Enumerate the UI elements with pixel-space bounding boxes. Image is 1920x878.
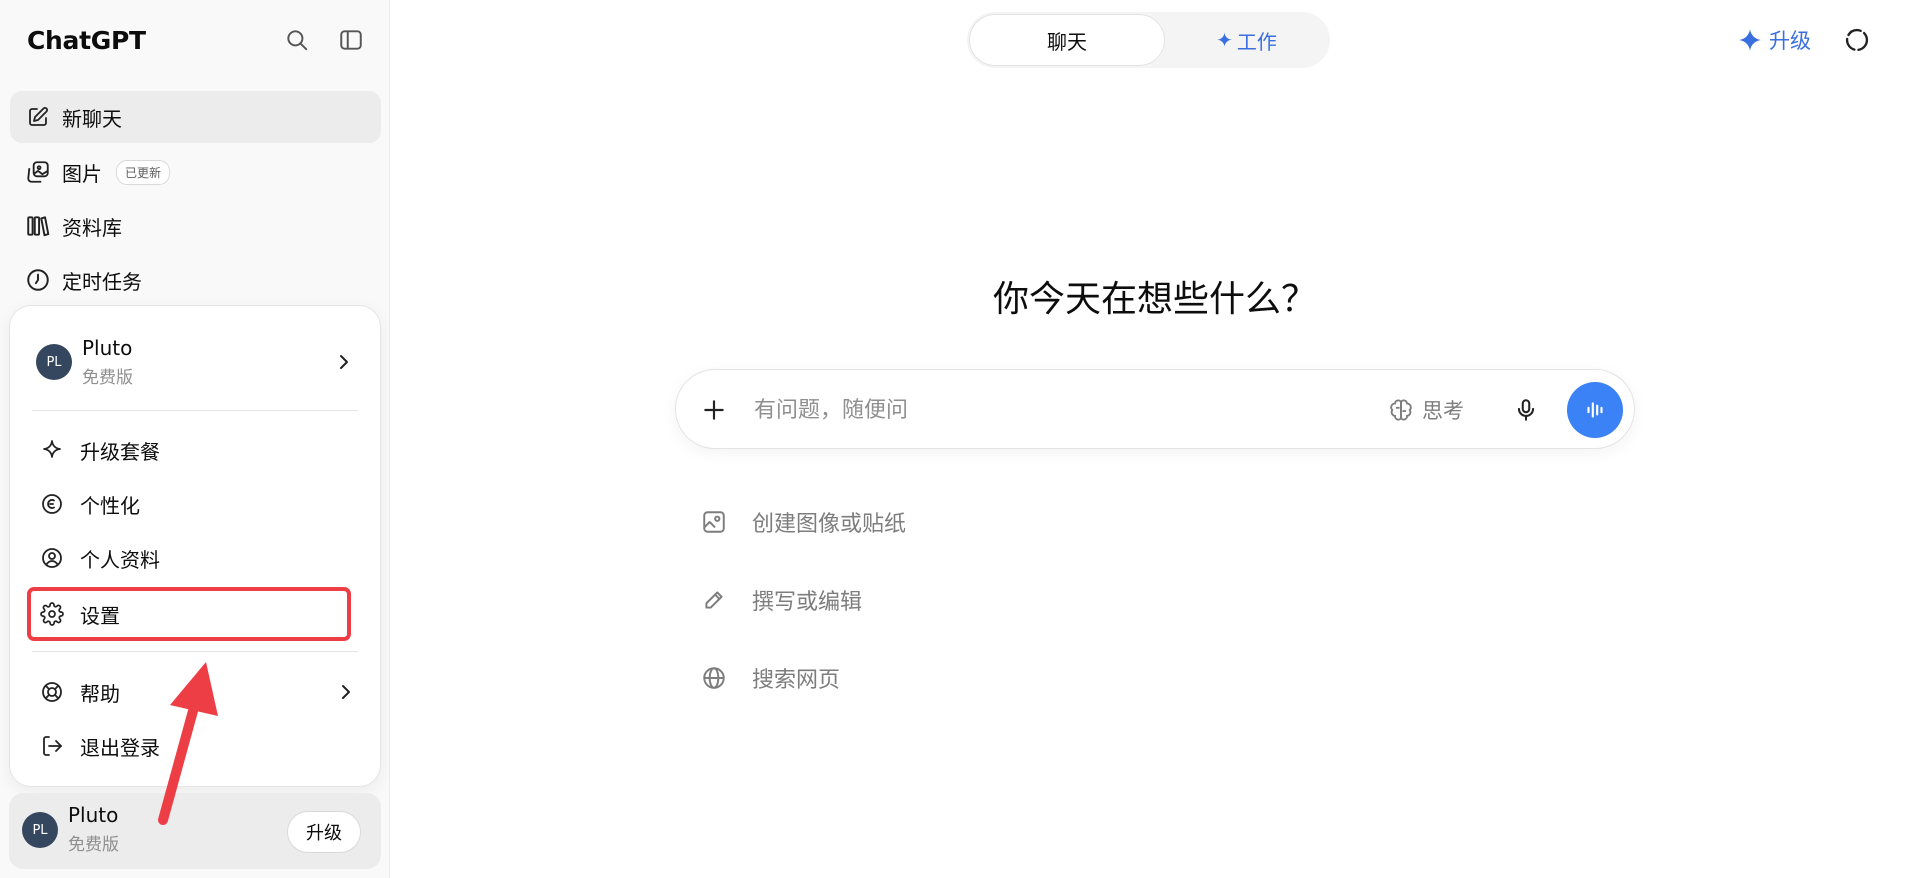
nav-label: 定时任务 [62, 269, 142, 294]
waveform-icon [1587, 402, 1603, 418]
user-name: Pluto [68, 803, 119, 827]
menu-item-logout[interactable]: 退出登录 [38, 724, 358, 768]
nav-label: 图片 [62, 161, 102, 186]
help-icon [38, 678, 66, 706]
greeting-heading: 你今天在想些什么？ [992, 279, 1317, 320]
sidebar: ChatGPT 新聊天 图片 已更新 资料库 定时任务 PL Pluto 免费版… [0, 0, 390, 878]
plus-icon[interactable] [698, 394, 730, 426]
globe-icon [700, 664, 728, 692]
user-plan: 免费版 [82, 368, 133, 388]
temporary-chat-icon[interactable] [1841, 24, 1873, 56]
chevron-right-icon [334, 680, 358, 709]
message-input[interactable] [754, 390, 1314, 430]
clock-icon [24, 266, 52, 294]
think-button[interactable]: 思考 [1388, 392, 1464, 428]
new-chat-button[interactable]: 新聊天 [10, 91, 381, 143]
sparkle-icon [1739, 29, 1761, 51]
updated-badge: 已更新 [116, 159, 171, 185]
menu-label: 升级套餐 [80, 439, 160, 464]
sidebar-item-library[interactable]: 资料库 [10, 200, 381, 252]
user-plan: 免费版 [68, 835, 119, 855]
sidebar-item-scheduled-tasks[interactable]: 定时任务 [10, 254, 381, 306]
sparkle-icon [38, 436, 66, 464]
image-icon [700, 508, 728, 536]
menu-item-profile[interactable]: 个人资料 [38, 536, 358, 580]
account-menu-popup: PL Pluto 免费版 升级套餐 个性化 个人资料 设置 帮助 退出登录 [9, 305, 381, 787]
chevron-right-icon [332, 350, 356, 378]
nav-label: 新聊天 [62, 106, 122, 131]
voice-mode-button[interactable] [1567, 382, 1623, 438]
divider [32, 651, 358, 652]
sparkle-icon: ✦ [1216, 28, 1233, 52]
nav-label: 资料库 [62, 215, 122, 240]
composer: 思考 [675, 369, 1635, 449]
mode-toggle: 聊天 ✦ 工作 [967, 12, 1330, 68]
user-account-card[interactable]: PL Pluto 免费版 升级 [9, 793, 381, 869]
pencil-icon [700, 586, 728, 614]
settings-highlight-box [27, 587, 351, 641]
suggestion-search-web[interactable]: 搜索网页 [700, 656, 840, 700]
search-icon[interactable] [281, 24, 313, 56]
menu-item-upgrade-plan[interactable]: 升级套餐 [38, 428, 358, 472]
profile-icon [38, 544, 66, 572]
sidebar-toggle-icon[interactable] [335, 24, 367, 56]
library-icon [24, 212, 52, 240]
header-upgrade-button[interactable]: 升级 [1737, 24, 1811, 56]
menu-label: 退出登录 [80, 735, 160, 760]
avatar: PL [22, 812, 58, 848]
suggestion-label: 创建图像或贴纸 [752, 512, 907, 537]
microphone-icon[interactable] [1508, 392, 1544, 428]
suggestion-write-edit[interactable]: 撰写或编辑 [700, 578, 862, 622]
tab-work-label: 工作 [1236, 29, 1277, 54]
tab-chat[interactable]: 聊天 [969, 14, 1165, 66]
personalize-icon [38, 490, 66, 518]
user-name: Pluto [82, 336, 133, 360]
brand-logo[interactable]: ChatGPT [27, 26, 146, 55]
avatar: PL [36, 344, 72, 380]
menu-item-personalize[interactable]: 个性化 [38, 482, 358, 526]
popup-account-row[interactable]: PL Pluto 免费版 [36, 332, 356, 392]
edit-icon [24, 103, 52, 131]
menu-label: 帮助 [80, 681, 120, 706]
main-area: 聊天 ✦ 工作 升级 你今天在想些什么？ 思考 创建图像或贴纸 [390, 0, 1920, 878]
suggestion-create-image[interactable]: 创建图像或贴纸 [700, 500, 906, 544]
brain-icon [1390, 399, 1412, 421]
menu-item-help[interactable]: 帮助 [38, 670, 358, 714]
logout-icon [38, 732, 66, 760]
upgrade-button[interactable]: 升级 [287, 811, 361, 853]
upgrade-label: 升级 [1769, 29, 1811, 53]
sidebar-item-images[interactable]: 图片 已更新 [10, 146, 381, 198]
menu-label: 个性化 [80, 493, 140, 518]
tab-work[interactable]: ✦ 工作 [1165, 14, 1328, 66]
menu-label: 个人资料 [80, 547, 160, 572]
divider [32, 410, 358, 411]
suggestion-label: 搜索网页 [752, 668, 841, 693]
think-label: 思考 [1422, 399, 1464, 423]
images-icon [24, 158, 52, 186]
suggestion-label: 撰写或编辑 [752, 590, 863, 615]
